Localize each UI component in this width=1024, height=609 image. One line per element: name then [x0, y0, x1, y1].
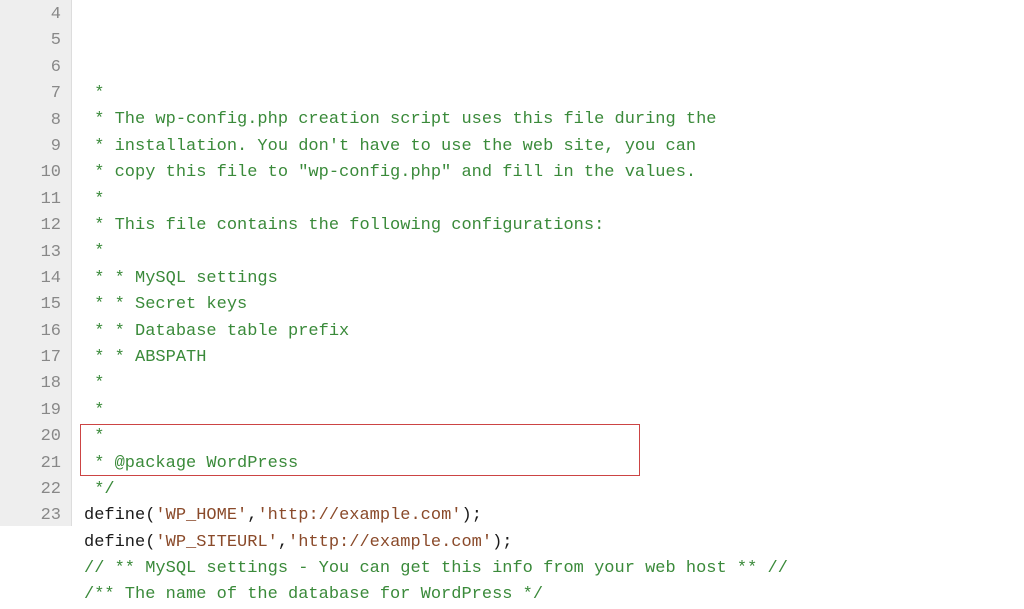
token-string: 'WP_SITEURL': [155, 533, 277, 552]
line-number: 4: [0, 2, 61, 28]
code-area[interactable]: * * The wp-config.php creation script us…: [72, 0, 788, 526]
token-comment: */: [84, 480, 115, 499]
code-line[interactable]: *: [84, 371, 788, 397]
token-comment: // ** MySQL settings - You can get this …: [84, 559, 788, 578]
line-number: 19: [0, 398, 61, 424]
line-number: 14: [0, 266, 61, 292]
line-number: 15: [0, 292, 61, 318]
code-line[interactable]: *: [84, 187, 788, 213]
token-func: define: [84, 506, 145, 525]
token-comment: *: [84, 84, 104, 103]
code-line[interactable]: * copy this file to "wp-config.php" and …: [84, 160, 788, 186]
code-line[interactable]: *: [84, 239, 788, 265]
line-number: 7: [0, 81, 61, 107]
token-comment: * The wp-config.php creation script uses…: [84, 110, 717, 129]
line-number: 18: [0, 371, 61, 397]
token-string: 'http://example.com': [288, 533, 492, 552]
line-number: 6: [0, 55, 61, 81]
token-comment: *: [84, 401, 104, 420]
line-number: 9: [0, 134, 61, 160]
token-string: 'WP_HOME': [155, 506, 247, 525]
token-paren: (: [145, 533, 155, 552]
token-comment: * * Database table prefix: [84, 322, 349, 341]
code-line[interactable]: * @package WordPress: [84, 451, 788, 477]
token-comment: *: [84, 242, 104, 261]
token-comment: * * MySQL settings: [84, 269, 278, 288]
line-number: 13: [0, 240, 61, 266]
token-comment: * This file contains the following confi…: [84, 216, 604, 235]
line-number-gutter: 4567891011121314151617181920212223: [0, 0, 72, 526]
token-comment: * installation. You don't have to use th…: [84, 137, 696, 156]
code-line[interactable]: *: [84, 424, 788, 450]
code-line[interactable]: */: [84, 477, 788, 503]
token-paren: ,: [247, 506, 257, 525]
token-paren: ,: [278, 533, 288, 552]
token-comment: * * ABSPATH: [84, 348, 206, 367]
code-line[interactable]: define('WP_SITEURL','http://example.com'…: [84, 530, 788, 556]
line-number: 17: [0, 345, 61, 371]
code-line[interactable]: * * Database table prefix: [84, 319, 788, 345]
token-comment: /** The name of the database for WordPre…: [84, 585, 543, 604]
code-line[interactable]: * installation. You don't have to use th…: [84, 134, 788, 160]
code-line[interactable]: * * Secret keys: [84, 292, 788, 318]
token-comment: * @package WordPress: [84, 454, 298, 473]
token-paren: );: [492, 533, 512, 552]
line-number: 12: [0, 213, 61, 239]
code-editor: 4567891011121314151617181920212223 * * T…: [0, 0, 1024, 526]
line-number: 11: [0, 187, 61, 213]
token-func: define: [84, 533, 145, 552]
line-number: 5: [0, 28, 61, 54]
line-number: 8: [0, 108, 61, 134]
code-line[interactable]: * The wp-config.php creation script uses…: [84, 107, 788, 133]
code-line[interactable]: * * MySQL settings: [84, 266, 788, 292]
line-number: 22: [0, 477, 61, 503]
token-comment: *: [84, 427, 104, 446]
token-paren: (: [145, 506, 155, 525]
code-line[interactable]: *: [84, 81, 788, 107]
code-line[interactable]: * * ABSPATH: [84, 345, 788, 371]
line-number: 21: [0, 451, 61, 477]
token-comment: *: [84, 374, 104, 393]
token-paren: );: [462, 506, 482, 525]
line-number: 10: [0, 160, 61, 186]
token-string: 'http://example.com': [257, 506, 461, 525]
token-comment: * copy this file to "wp-config.php" and …: [84, 163, 696, 182]
line-number: 20: [0, 424, 61, 450]
line-number: 16: [0, 319, 61, 345]
code-line[interactable]: // ** MySQL settings - You can get this …: [84, 556, 788, 582]
token-comment: * * Secret keys: [84, 295, 247, 314]
code-line[interactable]: * This file contains the following confi…: [84, 213, 788, 239]
code-line[interactable]: *: [84, 398, 788, 424]
code-line[interactable]: /** The name of the database for WordPre…: [84, 582, 788, 608]
token-comment: *: [84, 190, 104, 209]
